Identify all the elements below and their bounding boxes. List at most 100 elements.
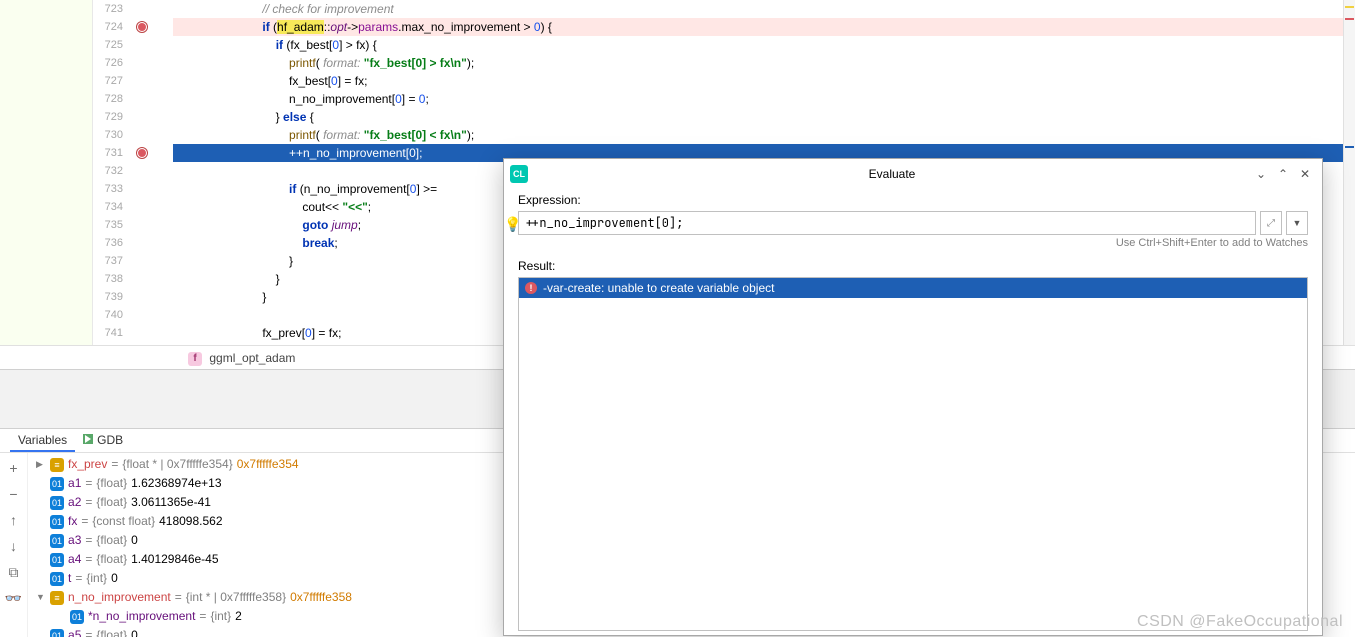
- variable-value: 0x7fffffe358: [290, 588, 352, 607]
- gutter-mark-area[interactable]: [133, 270, 173, 288]
- app-icon: CL: [510, 165, 528, 183]
- dialog-body: Expression: 💡 ⤢ ▼ Use Ctrl+Shift+Enter t…: [504, 189, 1322, 635]
- gutter-mark-area[interactable]: [133, 306, 173, 324]
- dropdown-icon[interactable]: ▼: [1286, 211, 1308, 235]
- expand-arrow-icon[interactable]: ▼: [36, 588, 46, 607]
- gutter-mark-area[interactable]: [133, 0, 173, 18]
- variable-type: {int * | 0x7fffffe358}: [186, 588, 286, 607]
- breakpoint-icon[interactable]: [137, 148, 147, 158]
- line-number: 731: [93, 144, 133, 162]
- gutter-mark-area[interactable]: [133, 36, 173, 54]
- tab-gdb[interactable]: GDB: [75, 429, 131, 452]
- scrollbar-warning-mark: [1345, 6, 1354, 8]
- result-error-row[interactable]: ! -var-create: unable to create variable…: [519, 278, 1307, 298]
- code-line[interactable]: 723 // check for improvement: [93, 0, 1355, 18]
- evaluate-dialog: CL Evaluate ⌄ ⌃ ✕ Expression: 💡 ⤢ ▼ Use …: [503, 158, 1323, 636]
- line-number: 736: [93, 234, 133, 252]
- variable-value: 418098.562: [159, 512, 222, 531]
- variable-type: {float}: [96, 626, 127, 637]
- bulb-icon[interactable]: 💡: [504, 216, 518, 230]
- variable-name: a1: [68, 474, 81, 493]
- minimize-icon[interactable]: ⌄: [1250, 163, 1272, 185]
- gutter-mark-area[interactable]: [133, 234, 173, 252]
- type-badge-icon: 01: [50, 572, 64, 586]
- result-label: Result:: [518, 259, 1308, 273]
- variable-name: a5: [68, 626, 81, 637]
- gutter-mark-area[interactable]: [133, 144, 173, 162]
- gutter-mark-area[interactable]: [133, 252, 173, 270]
- maximize-icon[interactable]: ⌃: [1272, 163, 1294, 185]
- code-text: if (hf_adam::opt->params.max_no_improvem…: [173, 18, 1355, 36]
- equals-sign: =: [81, 512, 88, 531]
- code-line[interactable]: 725 if (fx_best[0] > fx) {: [93, 36, 1355, 54]
- line-number: 740: [93, 306, 133, 324]
- gutter-mark-area[interactable]: [133, 180, 173, 198]
- line-number: 734: [93, 198, 133, 216]
- type-badge-icon: ≡: [50, 591, 64, 605]
- variable-type: {float}: [96, 474, 127, 493]
- equals-sign: =: [85, 550, 92, 569]
- glasses-icon[interactable]: 👓: [5, 589, 23, 607]
- code-text: n_no_improvement[0] = 0;: [173, 90, 1355, 108]
- line-number: 733: [93, 180, 133, 198]
- code-line[interactable]: 728 n_no_improvement[0] = 0;: [93, 90, 1355, 108]
- watches-hint: Use Ctrl+Shift+Enter to add to Watches: [518, 237, 1308, 249]
- line-number: 723: [93, 0, 133, 18]
- move-down-button[interactable]: ↓: [5, 537, 23, 555]
- gutter-mark-area[interactable]: [133, 126, 173, 144]
- expand-icon[interactable]: ⤢: [1260, 211, 1282, 235]
- gutter-mark-area[interactable]: [133, 18, 173, 36]
- variable-type: {float * | 0x7fffffe354}: [122, 455, 232, 474]
- type-badge-icon: 01: [50, 477, 64, 491]
- gutter-mark-area[interactable]: [133, 108, 173, 126]
- variable-value: 0: [131, 531, 138, 550]
- equals-sign: =: [199, 607, 206, 626]
- variable-value: 0x7fffffe354: [237, 455, 299, 474]
- line-number: 725: [93, 36, 133, 54]
- gutter-mark-area[interactable]: [133, 288, 173, 306]
- equals-sign: =: [85, 474, 92, 493]
- expand-arrow-icon[interactable]: ▶: [36, 455, 46, 474]
- gutter-mark-area[interactable]: [133, 324, 173, 342]
- code-text: } else {: [173, 108, 1355, 126]
- variable-value: 3.0611365e-41: [131, 493, 211, 512]
- watermark: CSDN @FakeOccupational: [1137, 613, 1343, 631]
- type-badge-icon: 01: [50, 553, 64, 567]
- line-number: 727: [93, 72, 133, 90]
- gutter-mark-area[interactable]: [133, 72, 173, 90]
- remove-watch-button[interactable]: −: [5, 485, 23, 503]
- gutter-mark-area[interactable]: [133, 162, 173, 180]
- equals-sign: =: [85, 493, 92, 512]
- editor-scrollbar[interactable]: [1343, 0, 1355, 345]
- gutter-mark-area[interactable]: [133, 54, 173, 72]
- copy-button[interactable]: ⧉: [5, 563, 23, 581]
- code-line[interactable]: 730 printf( format: "fx_best[0] < fx\n")…: [93, 126, 1355, 144]
- line-number: 724: [93, 18, 133, 36]
- gutter-mark-area[interactable]: [133, 216, 173, 234]
- variable-name: fx_prev: [68, 455, 107, 474]
- code-text: fx_best[0] = fx;: [173, 72, 1355, 90]
- type-badge-icon: 01: [50, 496, 64, 510]
- variable-type: {const float}: [92, 512, 155, 531]
- run-icon: [83, 434, 93, 444]
- line-number: 738: [93, 270, 133, 288]
- type-badge-icon: 01: [50, 629, 64, 637]
- code-line[interactable]: 724 if (hf_adam::opt->params.max_no_impr…: [93, 18, 1355, 36]
- scrollbar-error-mark: [1345, 18, 1354, 20]
- dialog-titlebar[interactable]: CL Evaluate ⌄ ⌃ ✕: [504, 159, 1322, 189]
- move-up-button[interactable]: ↑: [5, 511, 23, 529]
- code-line[interactable]: 726 printf( format: "fx_best[0] > fx\n")…: [93, 54, 1355, 72]
- line-number: 739: [93, 288, 133, 306]
- gutter-mark-area[interactable]: [133, 198, 173, 216]
- type-badge-icon: ≡: [50, 458, 64, 472]
- code-line[interactable]: 727 fx_best[0] = fx;: [93, 72, 1355, 90]
- line-number: 737: [93, 252, 133, 270]
- breakpoint-icon[interactable]: [137, 22, 147, 32]
- close-icon[interactable]: ✕: [1294, 163, 1316, 185]
- expression-input[interactable]: [518, 211, 1256, 235]
- code-text: printf( format: "fx_best[0] < fx\n");: [173, 126, 1355, 144]
- add-watch-button[interactable]: +: [5, 459, 23, 477]
- gutter-mark-area[interactable]: [133, 90, 173, 108]
- tab-variables[interactable]: Variables: [10, 429, 75, 452]
- code-line[interactable]: 729 } else {: [93, 108, 1355, 126]
